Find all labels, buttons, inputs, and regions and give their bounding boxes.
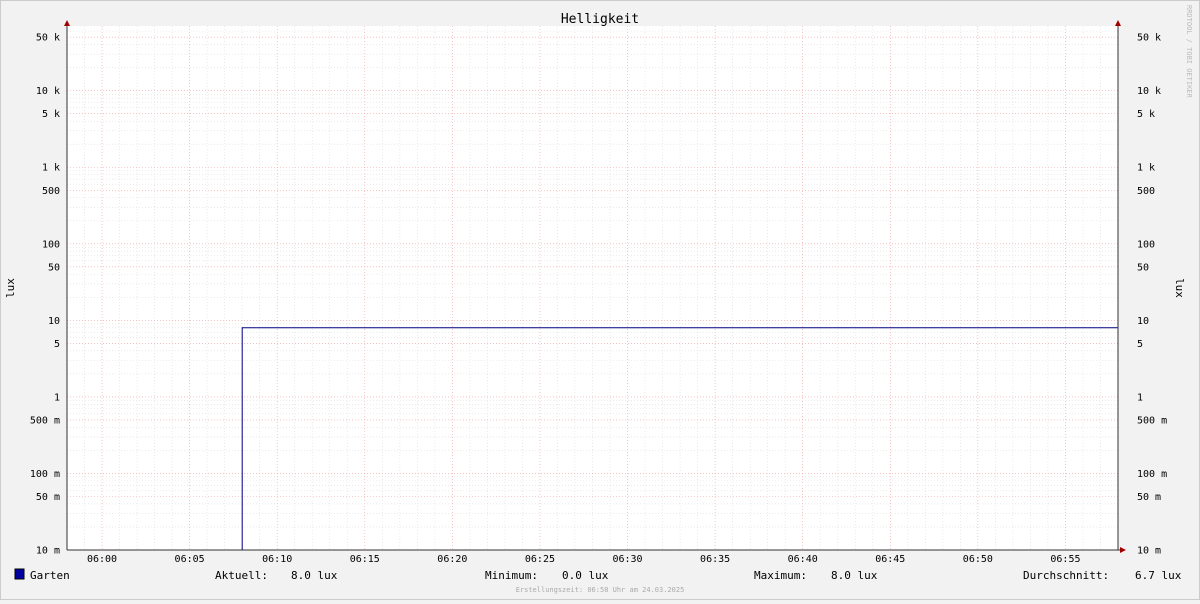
y-tick-label-left: 500 m [30,415,60,426]
y-tick-label-left: 50 [48,262,60,273]
legend-current-label: Aktuell: [215,569,268,582]
y-tick-label-right: 10 k [1137,86,1161,97]
legend-current-value: 8.0 lux [291,569,338,582]
y-tick-label-right: 500 m [1137,415,1167,426]
footer-timestamp: Erstellungszeit: 06:58 Uhr am 24.03.2025 [516,586,685,594]
x-tick-label: 06:05 [175,554,205,565]
x-tick-label: 06:30 [612,554,642,565]
y-tick-label-right: 1 k [1137,163,1155,174]
y-tick-label-left: 50 m [36,492,60,503]
y-tick-label-right: 5 [1137,339,1143,350]
y-tick-label-left: 10 k [36,86,60,97]
y-tick-label-right: 50 [1137,262,1149,273]
chart-canvas: 50 k 10 k 5 k 1 k 500 100 50 10 5 1 500 m 100 m 50 m… [0,0,1200,600]
legend-series-name: Garten [30,569,70,582]
legend-avg-value: 6.7 lux [1135,569,1182,582]
x-tick-label: 06:20 [437,554,467,565]
y-tick-label-left: 10 m [36,546,60,557]
x-tick-label: 06:45 [875,554,905,565]
legend-min-value: 0.0 lux [562,569,609,582]
y-tick-label-left: 10 [48,316,60,327]
y-tick-label-left: 100 [42,239,60,250]
y-tick-label-right: 10 m [1137,546,1161,557]
x-tick-label: 06:10 [262,554,292,565]
y-tick-label-left: 100 m [30,469,60,480]
y-axis-label-left: lux [4,278,17,298]
y-tick-label-right: 500 [1137,186,1155,197]
legend-avg-label: Durchschnitt: [1023,569,1109,582]
x-tick-label: 06:35 [700,554,730,565]
y-tick-label-right: 50 k [1137,33,1161,44]
x-tick-label: 06:50 [963,554,993,565]
legend-max-label: Maximum: [754,569,807,582]
legend-swatch [14,568,25,580]
y-tick-label-left: 1 [54,392,60,403]
rrdtool-watermark: RRDTOOL / TOBI OETIKER [1185,5,1193,99]
y-tick-label-right: 10 [1137,316,1149,327]
y-tick-label-left: 5 [54,339,60,350]
y-tick-label-right: 1 [1137,392,1143,403]
y-tick-label-left: 5 k [42,109,60,120]
y-tick-label-right: 5 k [1137,109,1155,120]
y-tick-label-left: 50 k [36,33,60,44]
x-tick-label: 06:00 [87,554,117,565]
legend-max-value: 8.0 lux [831,569,878,582]
y-tick-label-right: 50 m [1137,492,1161,503]
x-tick-label: 06:15 [350,554,380,565]
y-tick-label-right: 100 m [1137,469,1167,480]
brightness-chart: 50 k 10 k 5 k 1 k 500 100 50 10 5 1 500 m 100 m 50 m… [0,0,1200,600]
legend-min-label: Minimum: [485,569,538,582]
x-tick-label: 06:40 [788,554,818,565]
x-tick-label: 06:55 [1050,554,1080,565]
y-axis-label-right: lux [1173,278,1186,298]
y-tick-label-left: 500 [42,186,60,197]
y-tick-label-right: 100 [1137,239,1155,250]
chart-title: Helligkeit [561,12,639,27]
y-tick-label-left: 1 k [42,163,60,174]
x-tick-label: 06:25 [525,554,555,565]
